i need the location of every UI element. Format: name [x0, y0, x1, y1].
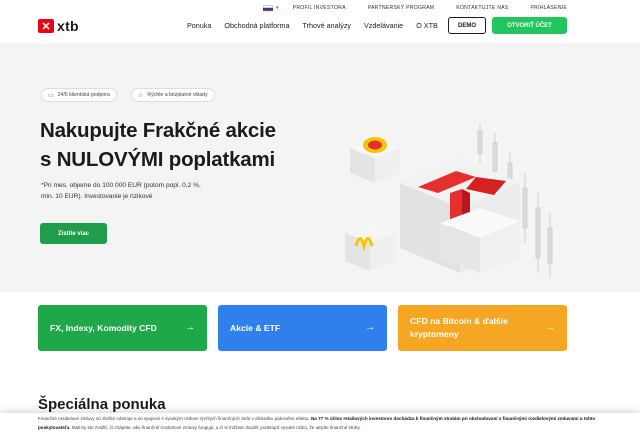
hero-illustration	[345, 123, 553, 278]
mcdonalds-cube-icon	[345, 223, 395, 271]
support-badge: ▭ 24/5 klientská podpora	[41, 88, 117, 102]
hero-title-line-2: s NULOVÝMI poplatkami	[40, 148, 276, 171]
demo-button[interactable]: DEMO	[448, 17, 486, 34]
chat-bubble-icon: ▭	[48, 92, 54, 99]
utility-links: ▾ PROFIL INVESTORA PARTNERSKÝ PROGRAM KO…	[262, 5, 567, 11]
card-crypto[interactable]: CFD na Bitcoin & ďalšie kryptomeny →	[398, 305, 567, 351]
open-account-button[interactable]: OTVORIŤ ÚČET	[492, 17, 567, 34]
hero-title-line-1: Nakupujte Frakčné akcie	[40, 119, 276, 142]
hero-subtext-line-1: *Pri mes. objeme do 100 000 EUR (potom p…	[41, 182, 201, 189]
xtb-logo[interactable]: ✕ xtb	[38, 18, 79, 34]
card-stocks-label: Akcie & ETF	[230, 323, 281, 333]
hero-section: ▭ 24/5 klientská podpora ☆ Rýchle a bezp…	[0, 43, 640, 292]
card-stocks-etf[interactable]: Akcie & ETF →	[218, 305, 387, 351]
main-navigation: Ponuka Obchodná platforma Trhové analýzy…	[187, 21, 451, 30]
link-partner-program[interactable]: PARTNERSKÝ PROGRAM	[368, 5, 435, 11]
tesla-cube-icon	[400, 158, 520, 273]
xtb-logo-icon: ✕	[38, 19, 54, 33]
arrow-right-icon: →	[545, 322, 555, 333]
support-badge-label: 24/5 klientská podpora	[57, 92, 110, 98]
nav-item-ponuka[interactable]: Ponuka	[187, 21, 211, 30]
link-contact[interactable]: KONTAKTUJTE NÁS	[456, 5, 508, 11]
link-investor-profile[interactable]: PROFIL INVESTORA	[293, 5, 346, 11]
arrow-right-icon: →	[185, 322, 195, 333]
hero-subtext: *Pri mes. objeme do 100 000 EUR (potom p…	[41, 180, 241, 202]
risk-text-1: Finančné rozdielové zmluvy sú zložité ná…	[38, 416, 311, 421]
nav-item-about[interactable]: O XTB	[416, 21, 438, 30]
hero-subtext-line-2: min. 10 EUR). Investovanie je rizikové	[41, 193, 153, 200]
top-utility-bar: ▾ PROFIL INVESTORA PARTNERSKÝ PROGRAM KO…	[0, 0, 640, 16]
special-offer-heading: Špeciálna ponuka	[38, 396, 166, 413]
hero-title: Nakupujte Frakčné akcie s NULOVÝMI popla…	[40, 116, 276, 174]
risk-warning-banner: Finančné rozdielové zmluvy sú zložité ná…	[0, 413, 640, 440]
language-flag-icon[interactable]	[262, 5, 273, 11]
card-fx-label: FX, Indexy, Komodity CFD	[50, 323, 157, 333]
link-login[interactable]: PRIHLÁSENIE	[530, 5, 567, 11]
nav-item-platform[interactable]: Obchodná platforma	[224, 21, 289, 30]
arrow-right-icon: →	[365, 322, 375, 333]
nav-item-analyses[interactable]: Trhové analýzy	[303, 21, 351, 30]
star-icon: ☆	[138, 92, 144, 99]
deposits-badge: ☆ Rýchle a bezplatné vklady	[131, 88, 215, 102]
card-fx-indices[interactable]: FX, Indexy, Komodity CFD →	[38, 305, 207, 351]
chevron-down-icon[interactable]: ▾	[276, 5, 279, 11]
card-crypto-label: CFD na Bitcoin & ďalšie kryptomeny	[410, 316, 508, 339]
nav-item-education[interactable]: Vzdelávanie	[364, 21, 403, 30]
risk-text-2: Mali by ste zvážiť, či chápete, ako fina…	[70, 424, 361, 430]
deposits-badge-label: Rýchle a bezplatné vklady	[147, 92, 208, 98]
shell-cube-icon	[350, 137, 400, 183]
logo-text: xtb	[57, 18, 79, 34]
learn-more-button[interactable]: Zistite viac	[40, 223, 107, 244]
